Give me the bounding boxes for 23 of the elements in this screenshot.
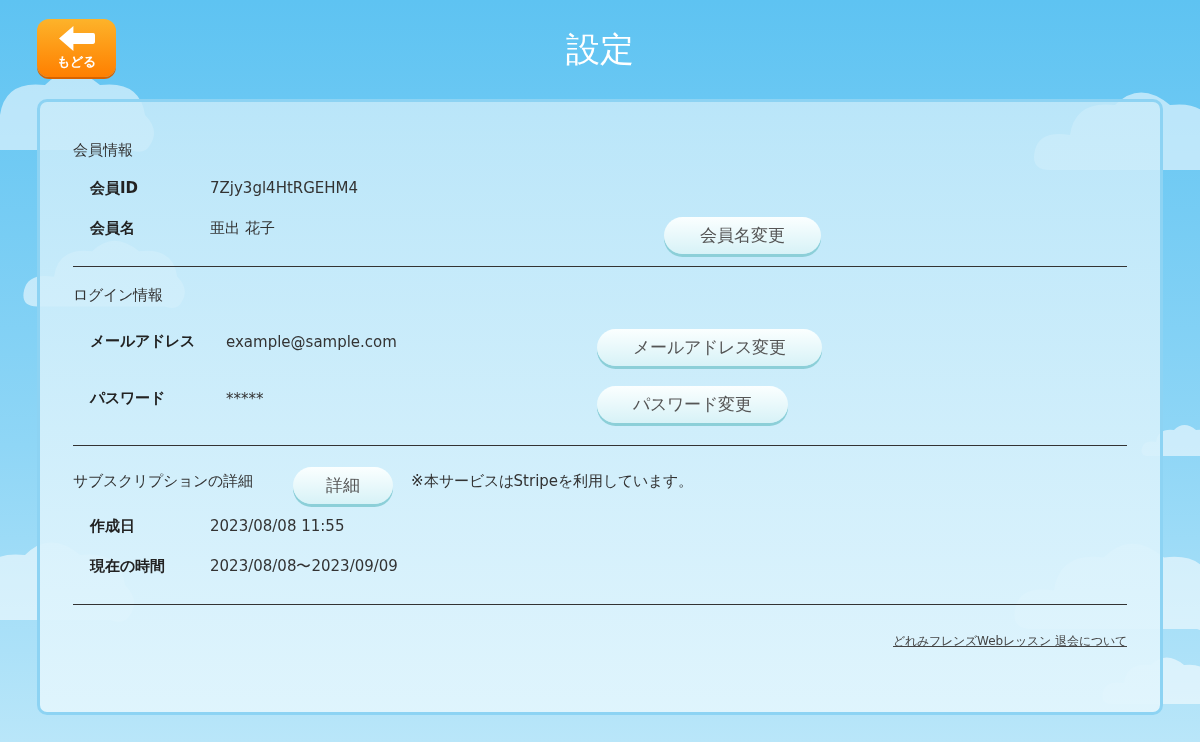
change-button[interactable]: パスワード変更 (597, 386, 788, 423)
field-value: 亜出 花子 (210, 218, 276, 238)
details-button[interactable]: 詳細 (293, 466, 393, 504)
field-value: 2023/08/08 11:55 (210, 517, 345, 535)
left-arrow-icon (56, 25, 97, 52)
field-label: パスワード (90, 389, 166, 408)
page-title: 設定 (566, 28, 634, 71)
withdrawal-link[interactable]: どれみフレンズWebレッスン 退会について (893, 633, 1127, 650)
field-value: 2023/08/08〜2023/09/09 (210, 556, 398, 576)
field-value: example@sample.com (226, 332, 398, 351)
section-heading: サブスクリプションの詳細 (73, 471, 253, 491)
section-heading: ログイン情報 (73, 285, 163, 305)
field-label: 会員名 (90, 218, 136, 238)
field-label: 作成日 (90, 516, 136, 536)
field-label: 現在の時間 (90, 556, 166, 576)
field-value: ***** (226, 389, 265, 408)
field-value: 7Zjy3gl4HtRGEHM4 (210, 179, 360, 197)
change-button[interactable]: メールアドレス変更 (597, 329, 822, 366)
section-heading: 会員情報 (73, 140, 133, 160)
change-button[interactable]: 会員名変更 (664, 216, 821, 254)
field-label: 会員ID (90, 178, 140, 198)
field-label: メールアドレス (90, 332, 196, 351)
note-text: ※本サービスはStripeを利用しています。 (411, 471, 694, 491)
